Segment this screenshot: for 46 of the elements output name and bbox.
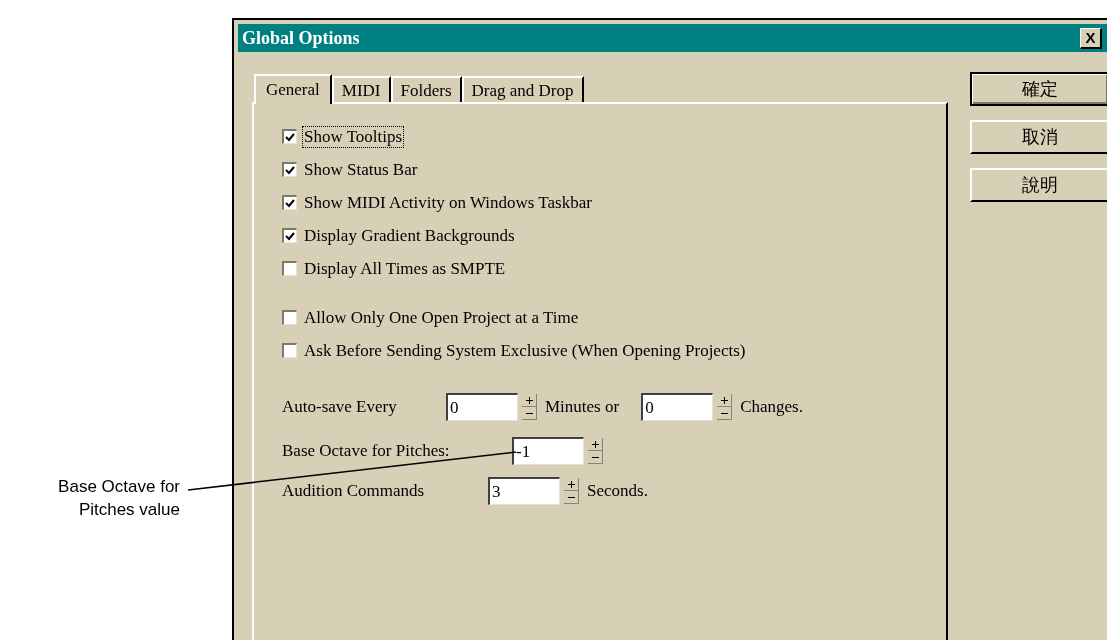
tab[interactable]: Drag and Drop	[461, 76, 584, 102]
dialog-button[interactable]: 說明	[970, 168, 1107, 202]
check-icon	[285, 132, 295, 142]
minus-icon	[567, 495, 575, 499]
checkbox[interactable]	[282, 310, 297, 325]
minus-icon	[591, 455, 599, 459]
field-label: Base Octave for Pitches:	[282, 440, 451, 463]
checkbox[interactable]	[282, 261, 297, 276]
check-icon	[285, 231, 295, 241]
checkbox[interactable]	[282, 162, 297, 177]
number-field[interactable]: 3	[488, 477, 560, 505]
window-title: Global Options	[242, 26, 360, 50]
tab[interactable]: MIDI	[331, 76, 391, 102]
checkbox-label[interactable]: Show MIDI Activity on Windows Taskbar	[303, 192, 593, 213]
checkbox[interactable]	[282, 343, 297, 358]
plus-icon	[591, 440, 599, 448]
checkbox-label[interactable]: Allow Only One Open Project at a Time	[303, 307, 580, 328]
unit-label: Changes.	[740, 396, 803, 419]
close-button[interactable]: X	[1080, 27, 1102, 49]
dialog-button[interactable]: 確定	[970, 72, 1107, 106]
callout-label: Base Octave for Pitches value	[58, 477, 180, 519]
checkbox-label[interactable]: Show Status Bar	[303, 159, 419, 180]
number-field[interactable]: 0	[446, 393, 518, 421]
unit-label: Seconds.	[587, 480, 648, 503]
check-icon	[285, 165, 295, 175]
checkbox-label[interactable]: Show Tooltips	[303, 126, 404, 147]
tab[interactable]: General	[254, 74, 332, 104]
tab[interactable]: Folders	[390, 76, 462, 102]
checkbox[interactable]	[282, 129, 297, 144]
plus-icon	[720, 396, 728, 404]
checkbox[interactable]	[282, 228, 297, 243]
number-field[interactable]: -1	[512, 437, 584, 465]
checkbox-label[interactable]: Display All Times as SMPTE	[303, 258, 507, 279]
checkbox-label[interactable]: Ask Before Sending System Exclusive (When Opening Projects)	[303, 340, 747, 361]
checkbox[interactable]	[282, 195, 297, 210]
field-label: Audition Commands	[282, 480, 426, 503]
check-icon	[285, 198, 295, 208]
minus-icon	[525, 411, 533, 415]
number-field[interactable]: 0	[641, 393, 714, 421]
dialog-button[interactable]: 取消	[970, 120, 1107, 154]
minus-icon	[720, 411, 728, 415]
checkbox-label[interactable]: Display Gradient Backgrounds	[303, 225, 516, 246]
unit-label: Minutes or	[545, 396, 620, 419]
field-label: Auto-save Every	[282, 396, 398, 419]
plus-icon	[567, 480, 575, 488]
plus-icon	[525, 396, 533, 404]
